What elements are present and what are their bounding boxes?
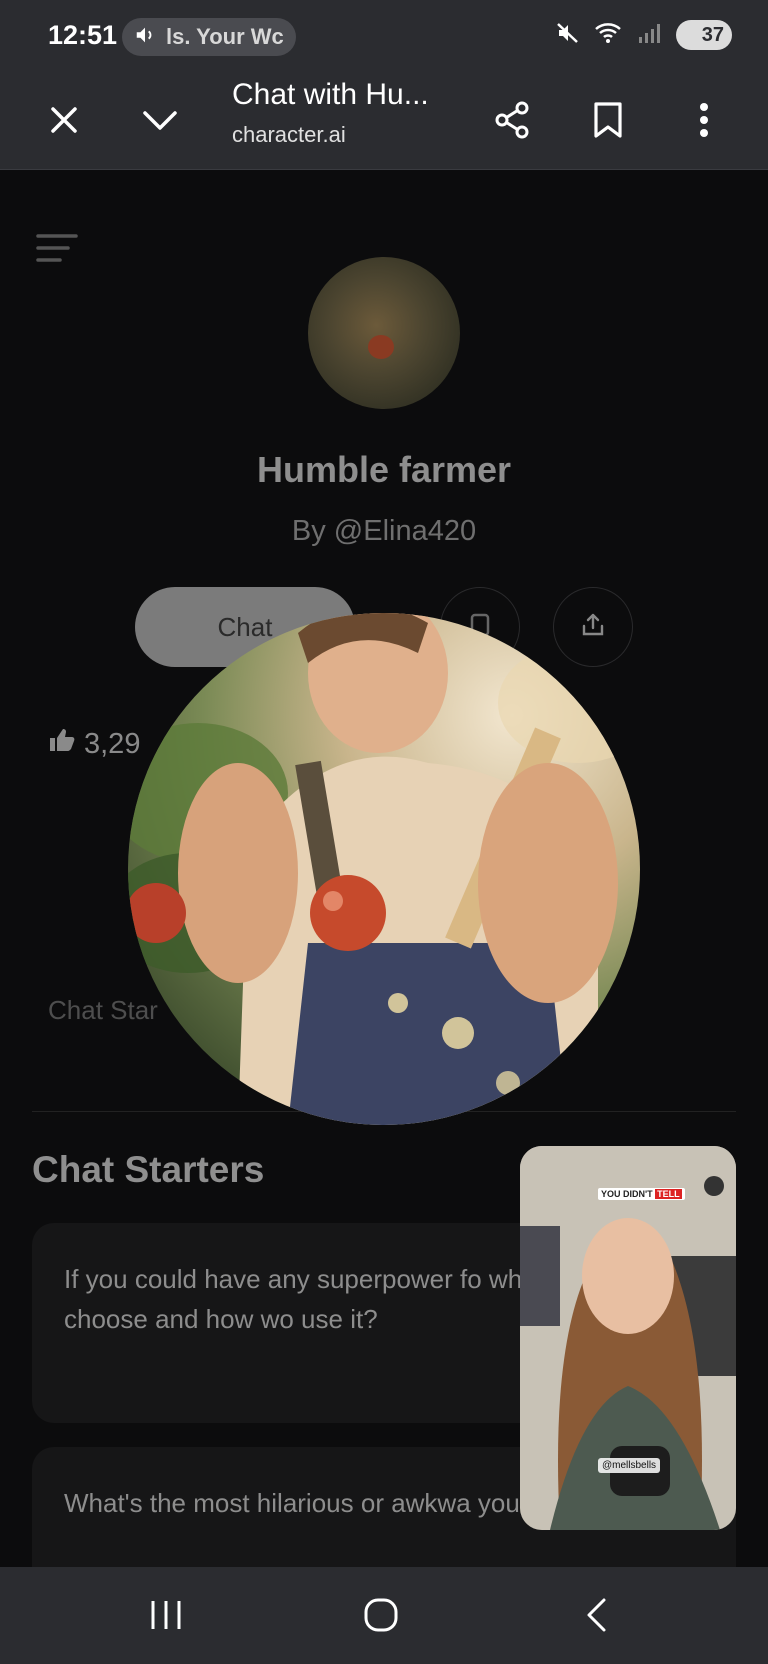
close-icon[interactable] bbox=[38, 94, 90, 146]
chevron-down-icon[interactable] bbox=[134, 94, 186, 146]
character-author[interactable]: By @Elina420 bbox=[0, 515, 768, 548]
battery-icon: 37 bbox=[676, 20, 732, 50]
share-character-button[interactable] bbox=[553, 587, 633, 667]
tab-url: character.ai bbox=[232, 122, 346, 147]
wifi-icon bbox=[594, 21, 624, 50]
status-icons: 37 bbox=[556, 20, 732, 50]
likes-count: 3,29 bbox=[48, 727, 140, 761]
thumbs-up-icon bbox=[48, 727, 76, 761]
chat-starters-heading: Chat Starters bbox=[32, 1149, 265, 1190]
media-pill[interactable]: ls. Your Wc bbox=[122, 18, 296, 56]
caption-highlight: TELL bbox=[655, 1189, 682, 1199]
farmer-illustration bbox=[128, 613, 640, 1125]
avatar-enlarged-image[interactable] bbox=[128, 613, 640, 1125]
tab-title: Chat with Hu... bbox=[232, 78, 429, 111]
more-vert-icon[interactable] bbox=[678, 94, 730, 146]
video-handle: @mellsbells bbox=[598, 1458, 661, 1473]
share-icon[interactable] bbox=[486, 94, 538, 146]
caption-prefix: YOU DIDN'T bbox=[601, 1189, 653, 1199]
screen: 12:51 ls. Your Wc 37 Chat with Hu... cha… bbox=[0, 0, 768, 1664]
status-bar: 12:51 ls. Your Wc 37 bbox=[0, 0, 768, 72]
clock: 12:51 bbox=[48, 20, 118, 50]
custom-tab-bar: Chat with Hu... character.ai bbox=[0, 72, 768, 170]
signal-icon bbox=[638, 22, 662, 49]
upload-icon bbox=[580, 612, 606, 643]
video-pip-overlay[interactable]: YOU DIDN'T TELL @mellsbells bbox=[520, 1146, 736, 1530]
chat-starters-tab[interactable]: Chat Star bbox=[48, 995, 158, 1026]
likes-value: 3,29 bbox=[84, 727, 141, 760]
back-icon[interactable] bbox=[566, 1587, 626, 1643]
recent-apps-icon[interactable] bbox=[136, 1587, 196, 1643]
battery-level: 37 bbox=[701, 23, 724, 46]
volume-icon bbox=[134, 24, 156, 51]
home-icon[interactable] bbox=[351, 1587, 411, 1643]
character-name: Humble farmer bbox=[256, 449, 512, 490]
media-text: ls. Your Wc bbox=[166, 24, 284, 49]
system-nav-bar bbox=[0, 1567, 768, 1664]
video-caption: YOU DIDN'T TELL bbox=[598, 1188, 685, 1200]
mute-icon bbox=[556, 21, 580, 50]
character-avatar bbox=[308, 257, 460, 409]
menu-icon[interactable] bbox=[36, 233, 78, 263]
bookmark-icon[interactable] bbox=[582, 94, 634, 146]
avatar-apple bbox=[368, 335, 394, 359]
